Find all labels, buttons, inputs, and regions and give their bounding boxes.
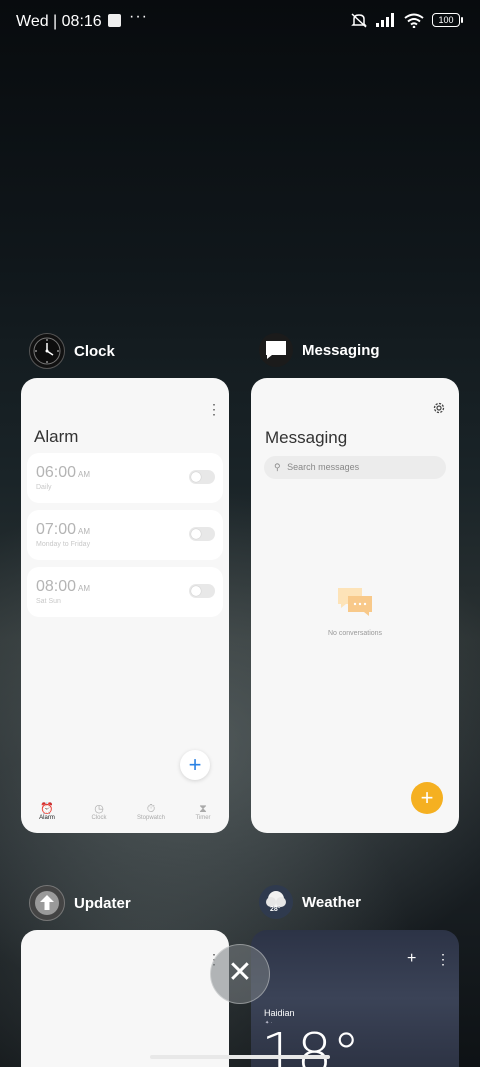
alarm-toggle[interactable] bbox=[189, 584, 215, 598]
empty-state-text: No conversations bbox=[327, 630, 383, 637]
search-icon: ⚲ bbox=[274, 462, 281, 472]
tab-timer-label: Timer bbox=[195, 815, 211, 821]
clock-app-icon bbox=[29, 333, 65, 369]
clock-more-icon[interactable]: ⋮ bbox=[207, 402, 221, 416]
clock-app-card[interactable]: ⋮ Alarm 06:00 AM Daily 07:00 AM Monday to … bbox=[21, 378, 229, 833]
updater-app-card[interactable]: ⋮ bbox=[21, 930, 229, 1067]
empty-chat-icon bbox=[338, 588, 372, 616]
weather-app-header[interactable]: 28° Weather bbox=[259, 885, 361, 919]
updater-app-label: Updater bbox=[74, 894, 131, 912]
stopwatch-icon: ⏱ bbox=[146, 803, 156, 815]
add-city-icon[interactable]: + bbox=[407, 950, 416, 968]
weather-icon-temp: 28° bbox=[270, 906, 281, 913]
close-icon: ✕ bbox=[227, 956, 253, 989]
updater-app-icon bbox=[29, 885, 65, 921]
alarm-time: 06:00 bbox=[36, 464, 77, 481]
status-icons: 100 bbox=[350, 12, 463, 28]
messaging-app-icon bbox=[259, 333, 293, 367]
tab-timer[interactable]: ⧗ Timer bbox=[177, 799, 229, 833]
clear-all-button[interactable]: ✕ bbox=[210, 944, 270, 1004]
tab-stopwatch-label: Stopwatch bbox=[136, 815, 166, 821]
battery-icon: 100 bbox=[432, 13, 463, 27]
signal-icon bbox=[376, 13, 394, 27]
home-indicator[interactable] bbox=[150, 1055, 330, 1059]
alarm-time: 08:00 bbox=[36, 578, 77, 595]
updater-app-header[interactable]: Updater bbox=[29, 885, 131, 921]
mute-icon bbox=[351, 13, 367, 28]
alarm-repeat: Sat Sun bbox=[36, 598, 61, 605]
status-time: Wed | 08:16 bbox=[16, 13, 102, 30]
tab-alarm[interactable]: ⏰ Alarm bbox=[21, 799, 73, 833]
clock-icon: ◷ bbox=[94, 803, 104, 815]
alarm-repeat: Monday to Friday bbox=[36, 541, 91, 548]
clock-bottom-nav: ⏰ Alarm ◷ Clock ⏱ Stopwatch ⧗ Timer bbox=[21, 799, 229, 833]
messaging-app-card[interactable]: Messaging ⚲ Search messages No conversat… bbox=[251, 378, 459, 833]
alarm-item[interactable]: 07:00 AM Monday to Friday bbox=[27, 510, 223, 560]
alarm-toggle[interactable] bbox=[189, 527, 215, 541]
tab-clock-label: Clock bbox=[91, 815, 107, 821]
search-placeholder: Search messages bbox=[287, 462, 360, 472]
alarm-repeat: Daily bbox=[36, 484, 52, 491]
hourglass-icon: ⧗ bbox=[199, 803, 207, 815]
weather-more-icon[interactable]: ⋮ bbox=[436, 952, 450, 966]
add-alarm-button[interactable]: + bbox=[180, 750, 210, 780]
alarm-ampm: AM bbox=[78, 527, 91, 536]
alarm-clock-icon: ⏰ bbox=[40, 803, 54, 815]
messaging-app-label: Messaging bbox=[302, 341, 380, 359]
messaging-app-header[interactable]: Messaging bbox=[259, 333, 380, 367]
alarm-item[interactable]: 08:00 AM Sat Sun bbox=[27, 567, 223, 617]
alarm-toggle[interactable] bbox=[189, 470, 215, 484]
tab-clock[interactable]: ◷ Clock bbox=[73, 799, 125, 833]
weather-temperature: 18° bbox=[261, 1022, 361, 1067]
search-input[interactable]: ⚲ Search messages bbox=[264, 456, 446, 479]
alarm-time: 07:00 bbox=[36, 521, 77, 538]
alarm-item[interactable]: 06:00 AM Daily bbox=[27, 453, 223, 503]
weather-city: Haidian bbox=[264, 1008, 295, 1018]
settings-gear-icon[interactable] bbox=[433, 402, 445, 414]
clock-app-label: Clock bbox=[74, 342, 115, 360]
alarm-ampm: AM bbox=[78, 584, 91, 593]
more-notifications-icon: ··· bbox=[129, 8, 148, 25]
alarm-ampm: AM bbox=[78, 470, 91, 479]
notification-icon bbox=[108, 14, 121, 27]
clock-app-header[interactable]: Clock bbox=[29, 333, 115, 369]
weather-app-card[interactable]: + ⋮ Haidian ✦ · 18° bbox=[251, 930, 459, 1067]
new-message-button[interactable]: + bbox=[411, 782, 443, 814]
status-bar: Wed | 08:16 ··· 100 bbox=[0, 0, 480, 44]
messaging-title: Messaging bbox=[265, 428, 348, 447]
wifi-icon bbox=[404, 13, 424, 28]
tab-alarm-label: Alarm bbox=[39, 815, 55, 821]
tab-stopwatch[interactable]: ⏱ Stopwatch bbox=[125, 799, 177, 833]
weather-app-icon: 28° bbox=[259, 885, 293, 919]
alarm-title: Alarm bbox=[34, 427, 79, 446]
weather-app-label: Weather bbox=[302, 893, 361, 911]
